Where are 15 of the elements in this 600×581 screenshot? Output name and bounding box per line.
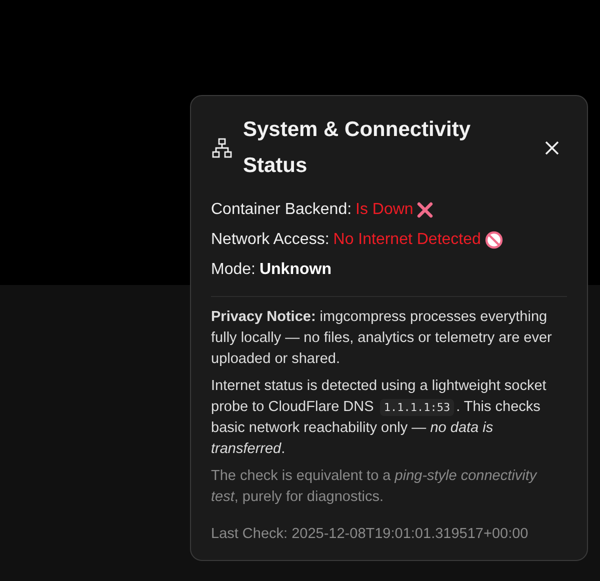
- status-value: Is Down: [356, 200, 414, 220]
- status-value: No Internet Detected: [333, 230, 481, 250]
- status-label: Container Backend:: [211, 200, 352, 220]
- cross-icon: [417, 202, 434, 218]
- dialog-title: System & Connectivity Status: [243, 117, 472, 179]
- network-icon: [211, 137, 233, 159]
- privacy-notice: Privacy Notice: imgcompress processes everything fully locally — no files, analytics or telemetry are ever uploaded or shared.: [211, 308, 553, 369]
- prohibited-icon: [484, 231, 503, 249]
- code-snippet: 1.1.1.1:53: [380, 399, 454, 416]
- status-label: Mode:: [211, 260, 256, 280]
- last-check: Last Check: 2025-12-08T19:01:01.319517+00:00: [211, 526, 530, 542]
- status-value: Unknown: [259, 260, 332, 280]
- status-label: Network Access:: [211, 230, 330, 250]
- check-note: The check is equivalent to a ping-style connectivity test, purely for diagnostics.: [211, 467, 538, 507]
- internet-note: Internet status is detected using a lightweight socket probe to CloudFlare DNS 1.1.1.1:53 . This checks basic network reachability only — no data is transferred.: [211, 377, 548, 459]
